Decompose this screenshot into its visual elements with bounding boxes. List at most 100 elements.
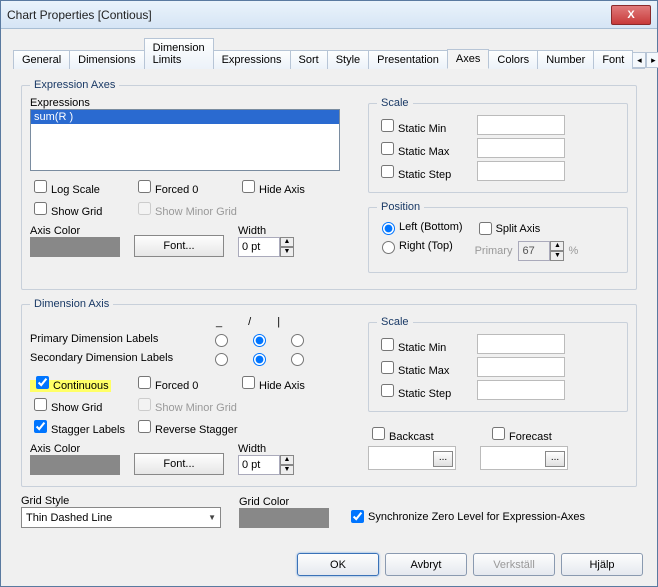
dim-static-min-input[interactable] xyxy=(477,334,565,354)
static-min-label: Static Min xyxy=(398,123,446,135)
grid-color-well[interactable] xyxy=(239,508,329,528)
tab-font[interactable]: Font xyxy=(593,50,633,69)
scale-group-1: Scale Static Min Static Max Static Step xyxy=(368,97,628,193)
dim-static-max-label: Static Max xyxy=(398,365,449,377)
dim-show-minor-grid-checkbox xyxy=(138,398,151,411)
tab-axes[interactable]: Axes xyxy=(447,49,489,69)
dim-font-button[interactable]: Font... xyxy=(134,453,224,475)
scale-legend-2: Scale xyxy=(377,316,413,328)
grid-style-dropdown[interactable]: Thin Dashed Line xyxy=(21,507,221,528)
tab-sort[interactable]: Sort xyxy=(290,50,328,69)
continuous-label: Continuous xyxy=(53,380,109,392)
dim-width-label: Width xyxy=(238,443,294,455)
dim-static-min-checkbox[interactable] xyxy=(381,338,394,351)
forecast-checkbox[interactable] xyxy=(492,427,505,440)
position-left-radio[interactable] xyxy=(382,222,395,235)
split-axis-label: Split Axis xyxy=(496,223,541,235)
dim-static-min-label: Static Min xyxy=(398,342,446,354)
axis-color-well[interactable] xyxy=(30,237,120,257)
tab-general[interactable]: General xyxy=(13,50,70,69)
spin-down-icon[interactable]: ▼ xyxy=(280,465,294,475)
scale-group-2: Scale Static Min Static Max Static Step xyxy=(368,316,628,412)
stagger-labels-checkbox[interactable] xyxy=(34,420,47,433)
dim-width-input[interactable] xyxy=(238,455,280,475)
tab-colors[interactable]: Colors xyxy=(488,50,538,69)
backcast-input[interactable]: ... xyxy=(368,446,456,470)
dim-static-step-label: Static Step xyxy=(398,388,451,400)
close-icon[interactable]: X xyxy=(611,5,651,25)
spin-down-icon: ▼ xyxy=(550,251,564,261)
primary-dim-label: Primary Dimension Labels xyxy=(30,333,210,345)
dim-axis-color-well[interactable] xyxy=(30,455,120,475)
dim-hide-axis-label: Hide Axis xyxy=(259,380,305,392)
tab-number[interactable]: Number xyxy=(537,50,594,69)
spin-up-icon: ▲ xyxy=(550,241,564,251)
tab-scroll-left-icon[interactable]: ◂ xyxy=(632,52,646,68)
sync-zero-checkbox[interactable] xyxy=(351,510,364,523)
ellipsis-icon[interactable]: ... xyxy=(433,451,453,467)
width-input[interactable] xyxy=(238,237,280,257)
static-max-checkbox[interactable] xyxy=(381,142,394,155)
window-buttons: X xyxy=(611,5,651,25)
spin-down-icon[interactable]: ▼ xyxy=(280,247,294,257)
position-right-radio[interactable] xyxy=(382,241,395,254)
forced0-checkbox[interactable] xyxy=(138,180,151,193)
ok-button[interactable]: OK xyxy=(297,553,379,576)
dim-static-max-checkbox[interactable] xyxy=(381,361,394,374)
static-step-label: Static Step xyxy=(398,169,451,181)
tab-dimension-limits[interactable]: Dimension Limits xyxy=(144,38,214,69)
backcast-label: Backcast xyxy=(389,431,434,443)
static-max-input[interactable] xyxy=(477,138,565,158)
show-minor-grid-label: Show Minor Grid xyxy=(155,206,237,218)
tab-scroll: ◂ ▸ xyxy=(632,52,658,68)
button-bar: OK Avbryt Verkställ Hjälp xyxy=(297,553,643,576)
secondary-dim-radio-3[interactable] xyxy=(291,353,304,366)
forecast-input[interactable]: ... xyxy=(480,446,568,470)
sync-zero-label: Synchronize Zero Level for Expression-Ax… xyxy=(368,511,585,523)
scale-legend-1: Scale xyxy=(377,97,413,109)
static-step-input[interactable] xyxy=(477,161,565,181)
dim-static-max-input[interactable] xyxy=(477,357,565,377)
orient-header-2: / xyxy=(248,316,251,328)
dialog-window: Chart Properties [Contious] X General Di… xyxy=(0,0,658,587)
static-min-input[interactable] xyxy=(477,115,565,135)
dim-hide-axis-checkbox[interactable] xyxy=(242,376,255,389)
cancel-button[interactable]: Avbryt xyxy=(385,553,467,576)
dim-forced0-checkbox[interactable] xyxy=(138,376,151,389)
hide-axis-checkbox[interactable] xyxy=(242,180,255,193)
secondary-dim-radio-1[interactable] xyxy=(215,353,228,366)
continuous-checkbox[interactable] xyxy=(36,376,49,389)
tab-style[interactable]: Style xyxy=(327,50,369,69)
spin-up-icon[interactable]: ▲ xyxy=(280,455,294,465)
tab-dimensions[interactable]: Dimensions xyxy=(69,50,144,69)
grid-color-label: Grid Color xyxy=(239,496,329,508)
primary-dim-radio-1[interactable] xyxy=(215,334,228,347)
expressions-listbox[interactable]: sum(R ) xyxy=(30,109,340,171)
apply-button[interactable]: Verkställ xyxy=(473,553,555,576)
dim-static-step-input[interactable] xyxy=(477,380,565,400)
help-button[interactable]: Hjälp xyxy=(561,553,643,576)
tab-presentation[interactable]: Presentation xyxy=(368,50,448,69)
static-step-checkbox[interactable] xyxy=(381,165,394,178)
log-scale-checkbox[interactable] xyxy=(34,180,47,193)
dim-static-step-checkbox[interactable] xyxy=(381,384,394,397)
static-min-checkbox[interactable] xyxy=(381,119,394,132)
primary-dim-radio-3[interactable] xyxy=(291,334,304,347)
grid-style-label: Grid Style xyxy=(21,495,221,507)
spin-up-icon[interactable]: ▲ xyxy=(280,237,294,247)
ellipsis-icon[interactable]: ... xyxy=(545,451,565,467)
tab-scroll-right-icon[interactable]: ▸ xyxy=(646,52,658,68)
pct-label: % xyxy=(568,245,578,257)
primary-dim-radio-2[interactable] xyxy=(253,334,266,347)
titlebar: Chart Properties [Contious] X xyxy=(1,1,657,29)
secondary-dim-radio-2[interactable] xyxy=(253,353,266,366)
font-button[interactable]: Font... xyxy=(134,235,224,257)
reverse-stagger-checkbox[interactable] xyxy=(138,420,151,433)
backcast-checkbox[interactable] xyxy=(372,427,385,440)
tab-expressions[interactable]: Expressions xyxy=(213,50,291,69)
dim-forced0-label: Forced 0 xyxy=(155,380,198,392)
split-axis-checkbox[interactable] xyxy=(479,222,492,235)
dim-show-grid-checkbox[interactable] xyxy=(34,398,47,411)
show-grid-checkbox[interactable] xyxy=(34,202,47,215)
expression-item[interactable]: sum(R ) xyxy=(31,110,339,124)
